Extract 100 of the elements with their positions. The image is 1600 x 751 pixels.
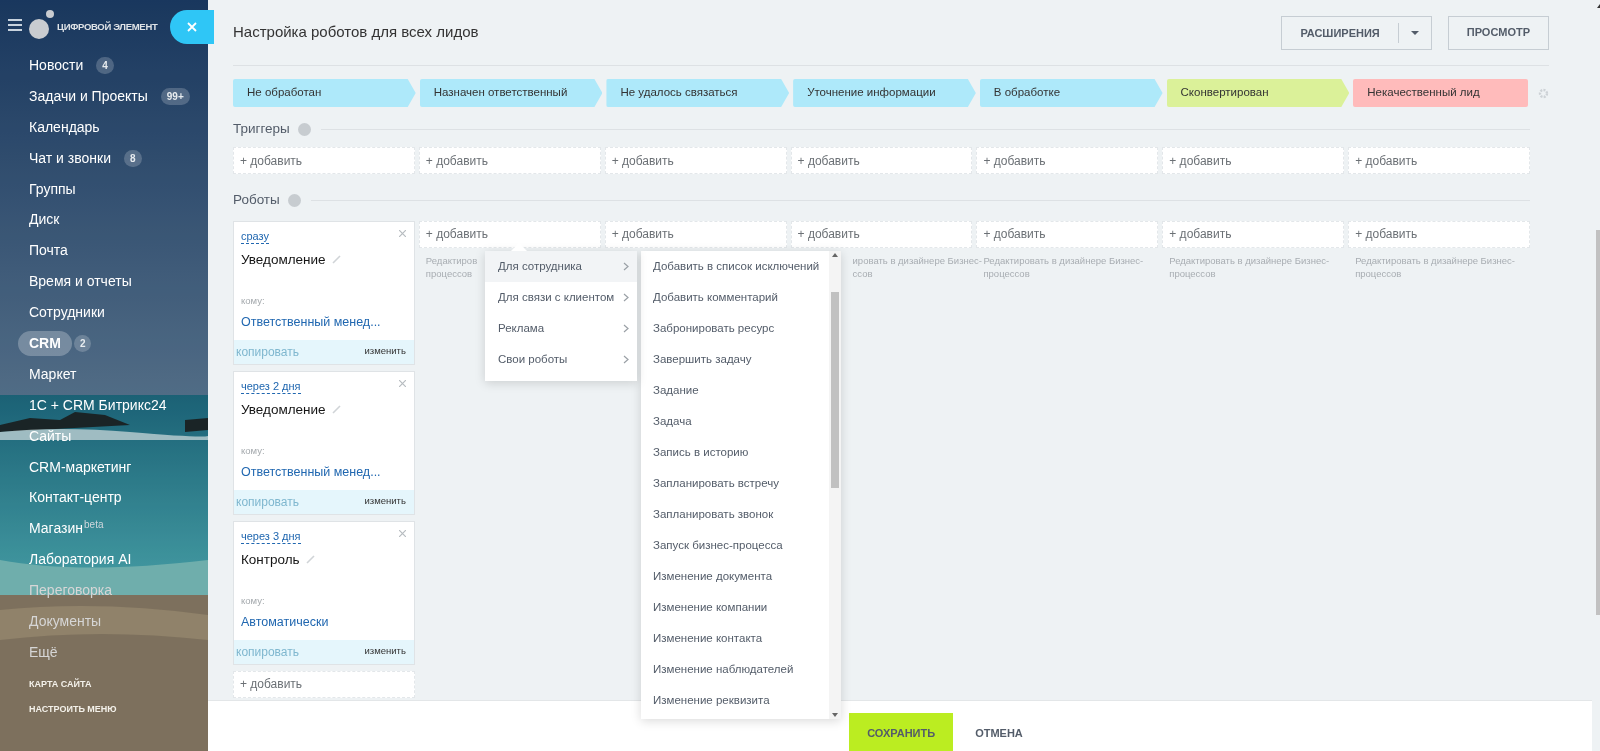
sidebar-item[interactable]: Чат и звонки <box>18 145 122 171</box>
sidebar-item[interactable]: Задачи и Проекты <box>18 83 159 109</box>
add-button[interactable]: + добавить <box>1162 220 1345 248</box>
preview-button[interactable]: ПРОСМОТР <box>1447 15 1549 50</box>
recipient-link[interactable]: Автоматически <box>241 613 407 632</box>
menu-item[interactable]: Свои роботы <box>485 344 637 375</box>
add-button[interactable]: + добавить <box>418 147 601 175</box>
submenu-item[interactable]: Забронировать ресурс <box>641 313 829 344</box>
submenu-item[interactable]: Запуск бизнес-процесса <box>641 530 829 561</box>
logo-icon <box>28 10 54 40</box>
submenu-item[interactable]: Задача <box>641 406 829 437</box>
cancel-button[interactable]: ОТМЕНА <box>967 713 1031 751</box>
delay-link[interactable]: через 2 дня <box>241 379 301 394</box>
recipient-link[interactable]: Ответственный менед... <box>241 463 407 482</box>
section-title: Триггеры <box>233 120 290 138</box>
chevron-right-icon <box>623 293 629 302</box>
chevron-right-icon <box>623 324 629 333</box>
sidebar-item[interactable]: Магазин$^{beta}$ <box>18 516 115 542</box>
add-button[interactable]: + добавить <box>1162 147 1345 175</box>
close-icon[interactable] <box>398 229 406 237</box>
close-icon[interactable] <box>398 379 406 387</box>
sidebar-item[interactable]: Новости <box>18 52 95 78</box>
recipient-label: кому: <box>241 443 266 458</box>
designer-note: ировать в дизайнере Бизнес- ссов <box>852 253 982 280</box>
delay-link[interactable]: сразу <box>241 229 270 244</box>
sidebar-item[interactable]: Сотрудники <box>18 300 116 326</box>
sidebar-item[interactable]: CRM-маркетинг <box>18 454 143 480</box>
submenu-item[interactable]: Запланировать звонок <box>641 499 829 530</box>
sidebar-item[interactable]: Почта <box>18 238 79 264</box>
menu-item[interactable]: Для связи с клиентом <box>485 282 637 313</box>
settings-icon[interactable] <box>1538 87 1549 99</box>
sidebar-item[interactable]: Группы <box>18 176 87 202</box>
scrollbar[interactable] <box>829 251 841 719</box>
add-button[interactable]: + добавить <box>604 220 787 248</box>
close-button[interactable] <box>170 10 214 44</box>
add-button[interactable]: + добавить <box>604 147 787 175</box>
chevron-right-icon <box>623 262 629 271</box>
submenu-item[interactable]: Завершить задачу <box>641 344 829 375</box>
sidebar-item[interactable]: Контакт-центр <box>18 485 133 511</box>
submenu-item[interactable]: Изменение наблюдателей <box>641 654 829 685</box>
help-icon[interactable] <box>287 193 301 207</box>
robot-title: Контроль <box>241 550 300 569</box>
submenu-item[interactable]: Изменение документа <box>641 561 829 592</box>
help-icon[interactable] <box>297 122 311 136</box>
chevron-right-icon <box>623 355 629 364</box>
sidebar-item[interactable]: Календарь <box>18 114 111 140</box>
close-icon[interactable] <box>398 529 406 537</box>
menu-item[interactable]: Для сотрудника <box>485 251 637 282</box>
submenu-item[interactable]: Запланировать встречу <box>641 468 829 499</box>
add-button[interactable]: + добавить <box>976 147 1159 175</box>
extensions-button[interactable]: РАСШИРЕНИЯ <box>1281 15 1432 50</box>
submenu-item[interactable]: Добавить в список исключений <box>641 251 829 282</box>
add-button[interactable]: + добавить <box>1348 147 1530 175</box>
designer-note: Редактировать в дизайнере Бизнес- процессов <box>1355 253 1515 280</box>
submenu-item[interactable]: Изменение компании <box>641 592 829 623</box>
stage-tab[interactable]: Сконвертирован <box>1166 79 1350 107</box>
submenu-item[interactable]: Запись в историю <box>641 437 829 468</box>
add-button[interactable]: + добавить <box>790 147 973 175</box>
stage-tab[interactable]: Назначен ответственный <box>419 79 603 107</box>
close-icon <box>187 22 197 32</box>
stage-tab[interactable]: Уточнение информации <box>793 79 976 107</box>
sidebar-item[interactable]: Время и отчеты <box>18 269 143 295</box>
stage-tab[interactable]: Некачественный лид <box>1353 79 1528 107</box>
pencil-icon[interactable] <box>331 405 341 415</box>
delay-link[interactable]: через 3 дня <box>241 529 301 544</box>
stage-tab[interactable]: Не обработан <box>233 79 416 107</box>
footer-link[interactable]: КАРТА САЙТА <box>29 677 208 692</box>
edit-link[interactable]: изменить <box>364 644 412 659</box>
submenu-item[interactable]: Добавить комментарий <box>641 282 829 313</box>
stage-tab[interactable]: Не удалось связаться <box>606 79 790 107</box>
sidebar-item[interactable]: CRM <box>18 330 72 356</box>
edit-link[interactable]: изменить <box>364 344 412 359</box>
footer-link[interactable]: НАСТРОИТЬ МЕНЮ <box>29 703 208 717</box>
submenu-item[interactable]: Задание <box>641 375 829 406</box>
add-button[interactable]: + добавить <box>418 220 601 248</box>
save-button[interactable]: СОХРАНИТЬ <box>849 713 954 751</box>
add-button[interactable]: + добавить <box>790 220 973 248</box>
submenu-item[interactable]: Изменение реквизита <box>641 685 829 716</box>
scroll-down-icon[interactable] <box>832 713 838 717</box>
scroll-up-icon[interactable] <box>832 253 838 257</box>
sidebar-item[interactable]: Диск <box>18 207 71 233</box>
add-button[interactable]: + добавить <box>976 220 1159 248</box>
pencil-icon[interactable] <box>331 255 341 265</box>
sidebar-item[interactable]: Ещё <box>18 639 69 665</box>
designer-note: Редактировать в дизайнере Бизнес- процессов <box>983 253 1144 280</box>
add-button[interactable]: + добавить <box>233 147 415 175</box>
menu-item[interactable]: Реклама <box>485 313 637 344</box>
sidebar-item[interactable]: Лаборатория AI <box>18 547 143 573</box>
pencil-icon[interactable] <box>305 555 315 565</box>
stage-tab[interactable]: В обработке <box>979 79 1163 107</box>
add-button[interactable]: + добавить <box>1348 220 1530 248</box>
menu-icon[interactable] <box>8 19 22 31</box>
recipient-link[interactable]: Ответственный менед... <box>241 313 407 332</box>
sidebar-item[interactable]: 1С + CRM Битрикс24 <box>18 392 178 418</box>
edit-link[interactable]: изменить <box>364 494 412 509</box>
add-button[interactable]: + добавить <box>233 670 415 698</box>
submenu-item[interactable]: Изменение контакта <box>641 623 829 654</box>
sidebar-item[interactable]: Маркет <box>18 361 88 387</box>
designer-note: Редактиров процессов <box>425 253 478 280</box>
section-title: Роботы <box>233 191 280 210</box>
